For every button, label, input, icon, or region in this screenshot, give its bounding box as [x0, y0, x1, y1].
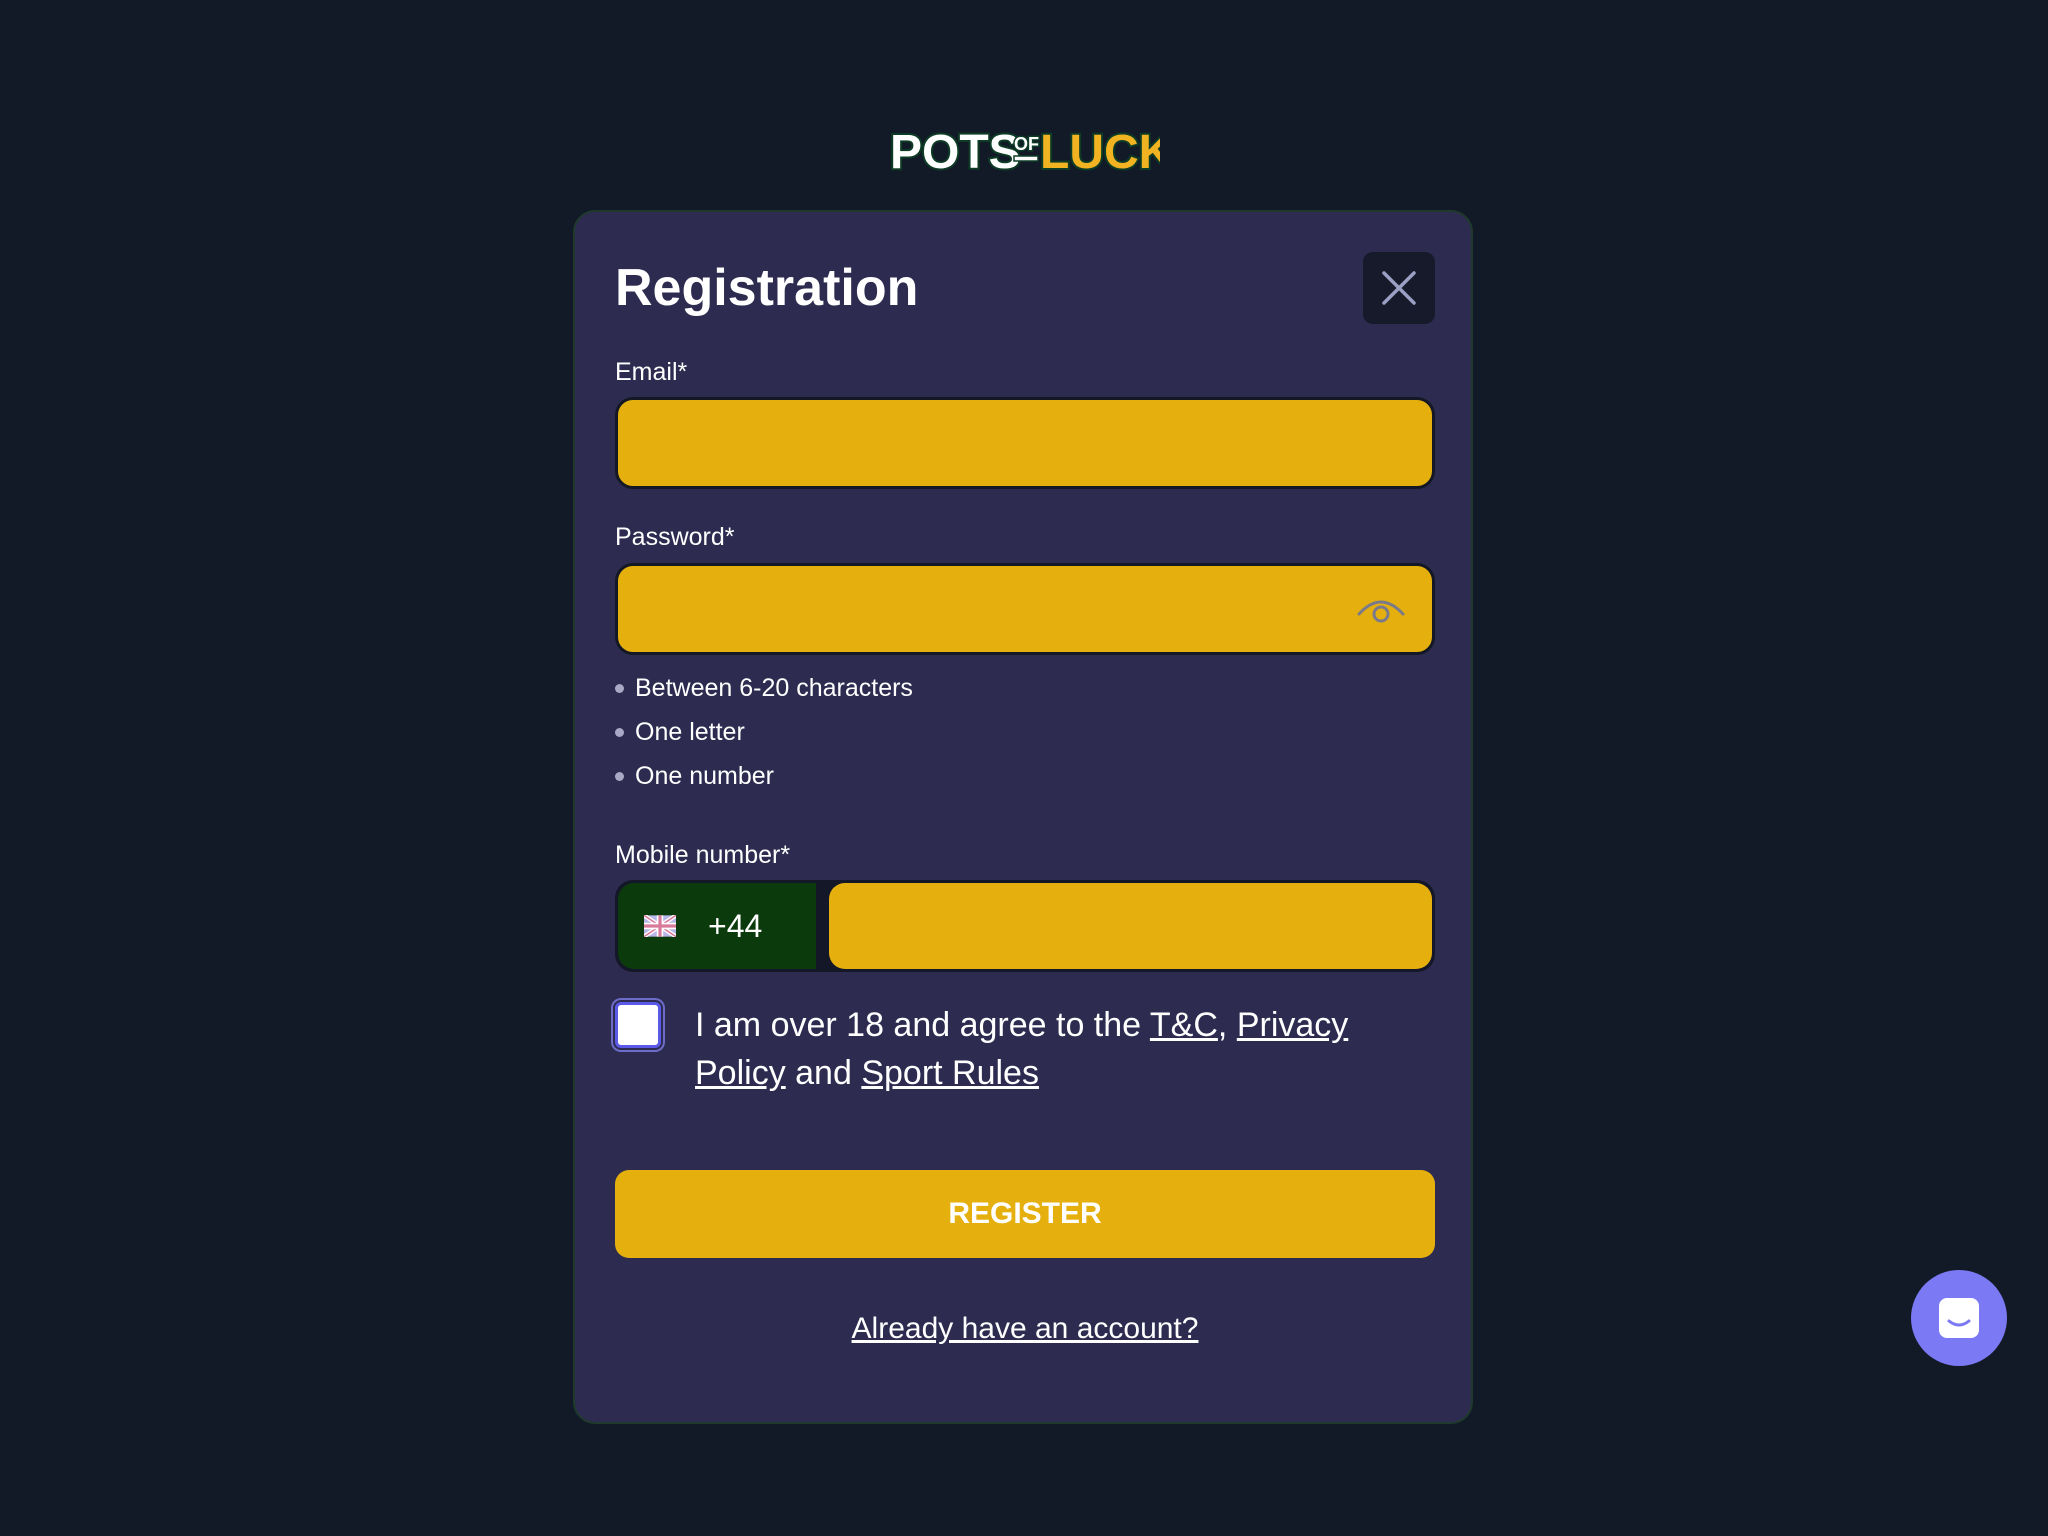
password-rule: One number: [615, 754, 913, 798]
already-have-account-link[interactable]: Already have an account?: [852, 1312, 1199, 1345]
close-button[interactable]: [1363, 252, 1435, 324]
password-label: Password*: [615, 523, 735, 551]
email-field[interactable]: [618, 400, 1432, 486]
bullet-icon: [615, 684, 624, 693]
password-field[interactable]: [618, 566, 1432, 652]
age-agreement-checkbox[interactable]: [615, 1002, 661, 1048]
pots-of-luck-logo: POTS OF LUCK: [888, 124, 1160, 178]
logo-text-luck: LUCK: [1040, 126, 1160, 178]
mobile-label: Mobile number*: [615, 841, 791, 869]
logo-text-pots: POTS: [890, 126, 1021, 178]
agreement-text: I am over 18 and agree to the T&C, Priva…: [695, 1006, 1349, 1092]
sport-rules-link[interactable]: Sport Rules: [861, 1054, 1039, 1092]
uk-flag-icon: [644, 915, 676, 937]
email-field-wrapper: [615, 397, 1435, 489]
chat-icon: [1939, 1298, 1979, 1338]
close-icon: [1382, 271, 1416, 305]
mobile-field-wrapper: +44: [615, 880, 1435, 972]
register-button[interactable]: REGISTER: [615, 1170, 1435, 1258]
dial-code: +44: [708, 907, 763, 944]
mobile-number-field[interactable]: [829, 883, 1432, 969]
email-label: Email*: [615, 358, 688, 386]
bullet-icon: [615, 772, 624, 781]
password-rule: One letter: [615, 710, 913, 754]
eye-icon[interactable]: [1356, 592, 1406, 628]
registration-modal: Registration Email* Password* Between 6-…: [573, 210, 1473, 1424]
password-rule: Between 6-20 characters: [615, 666, 913, 710]
mobile-input-wrapper: [829, 883, 1432, 969]
chat-button[interactable]: [1911, 1270, 2007, 1366]
password-field-wrapper: [615, 563, 1435, 655]
tc-link[interactable]: T&C: [1150, 1006, 1218, 1044]
modal-title: Registration: [615, 259, 919, 317]
bullet-icon: [615, 728, 624, 737]
country-code-selector[interactable]: +44: [618, 883, 816, 969]
password-rules: Between 6-20 characters One letter One n…: [615, 666, 913, 798]
login-link-container: Already have an account?: [575, 1312, 1471, 1346]
logo-text-of: OF: [1014, 134, 1039, 154]
